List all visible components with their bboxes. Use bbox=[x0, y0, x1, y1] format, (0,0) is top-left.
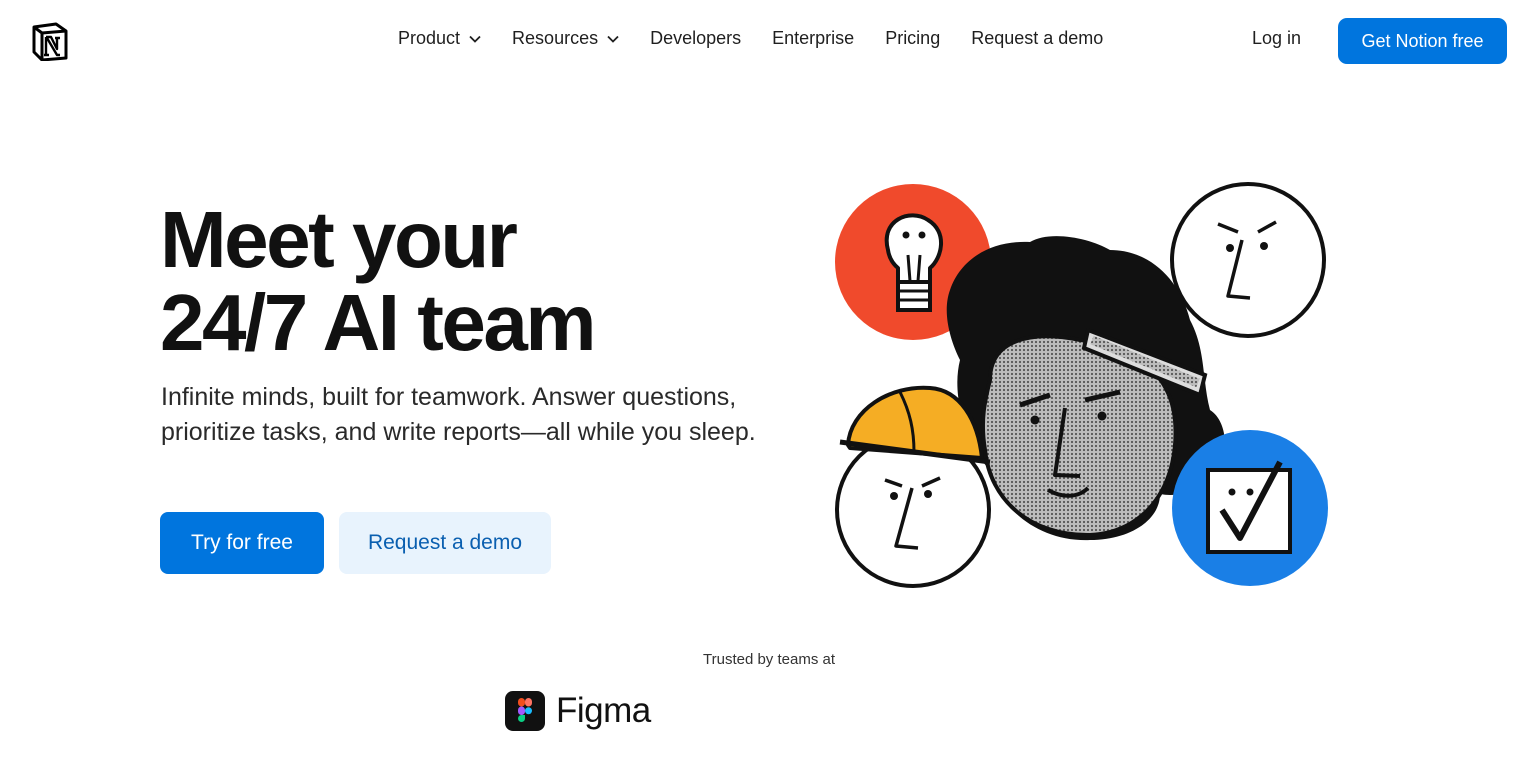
nav-developers[interactable]: Developers bbox=[650, 28, 741, 49]
chevron-down-icon bbox=[607, 35, 619, 43]
nav-pricing[interactable]: Pricing bbox=[885, 28, 940, 49]
nav-product-label: Product bbox=[398, 28, 461, 48]
nav-request-demo[interactable]: Request a demo bbox=[971, 28, 1103, 49]
hardhat-circle bbox=[835, 385, 991, 588]
nav-resources-label: Resources bbox=[512, 28, 599, 48]
figma-logo: Figma bbox=[505, 691, 651, 731]
chevron-down-icon bbox=[469, 35, 481, 43]
site-header: Product Resources Developers Enterprise … bbox=[0, 0, 1538, 82]
hero-title: Meet your 24/7 AI team bbox=[160, 195, 596, 367]
checkbox-circle bbox=[1172, 430, 1328, 586]
hero-subtitle: Infinite minds, built for teamwork. Answ… bbox=[161, 383, 756, 446]
nav-product[interactable]: Product bbox=[398, 28, 481, 49]
nav-enterprise[interactable]: Enterprise bbox=[772, 28, 854, 49]
try-for-free-button[interactable]: Try for free bbox=[160, 512, 324, 574]
nav-developers-label: Developers bbox=[650, 28, 742, 48]
notion-logo-icon[interactable] bbox=[30, 21, 70, 61]
nav-pricing-label: Pricing bbox=[885, 28, 941, 48]
trusted-by-label: Trusted by teams at bbox=[703, 651, 835, 668]
face-circle-top bbox=[1170, 182, 1326, 338]
nav-resources[interactable]: Resources bbox=[512, 28, 619, 49]
nav-request-demo-label: Request a demo bbox=[971, 28, 1104, 48]
hero-title-line-1: Meet your bbox=[160, 195, 518, 284]
login-link[interactable]: Log in bbox=[1252, 28, 1301, 49]
figma-icon bbox=[505, 691, 545, 731]
request-demo-button[interactable]: Request a demo bbox=[339, 512, 551, 574]
ai-team-illustration bbox=[835, 182, 1328, 588]
figma-wordmark: Figma bbox=[556, 691, 651, 730]
main-nav: Product Resources Developers Enterprise … bbox=[398, 28, 1134, 49]
nav-enterprise-label: Enterprise bbox=[772, 28, 855, 48]
get-notion-free-button[interactable]: Get Notion free bbox=[1338, 18, 1507, 64]
hero-title-line-2: 24/7 AI team bbox=[160, 278, 596, 367]
